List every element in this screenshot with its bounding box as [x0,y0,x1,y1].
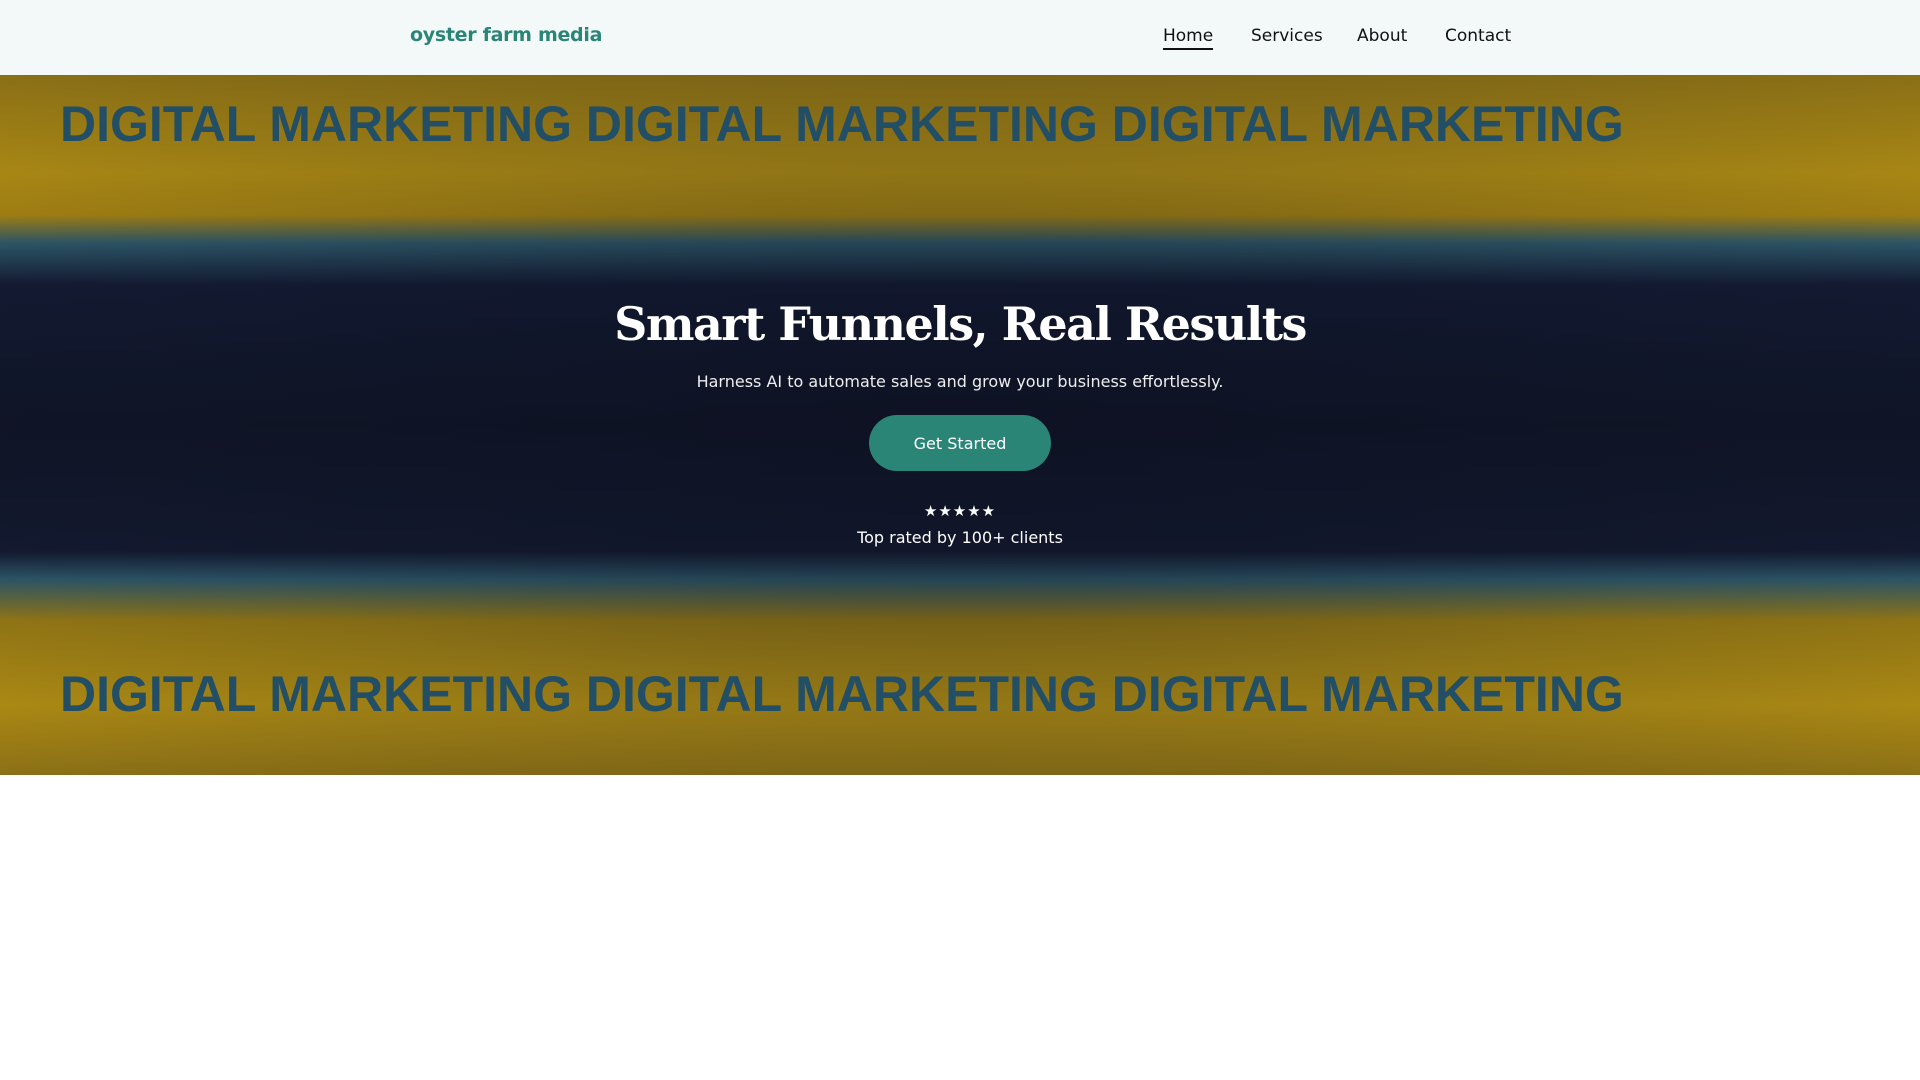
hero-section: DIGITAL MARKETING DIGITAL MARKETING DIGI… [0,75,1920,775]
hero-title: Smart Funnels, Real Results [614,297,1307,351]
nav-contact[interactable]: Contact [1445,26,1511,46]
get-started-button[interactable]: Get Started [869,415,1051,471]
nav-about[interactable]: About [1357,26,1407,46]
nav-services[interactable]: Services [1251,26,1323,46]
rating-text: Top rated by 100+ clients [857,528,1063,547]
hero-subtitle: Harness AI to automate sales and grow yo… [696,372,1224,391]
logo[interactable]: oyster farm media [410,24,602,46]
nav-home[interactable]: Home [1163,26,1214,50]
site-header: oyster farm media Home Services About Co… [0,0,1920,75]
background-lettering: DIGITAL MARKETING DIGITAL MARKETING DIGI… [60,666,1624,722]
star-rating-icon: ★★★★★ [923,502,997,520]
background-lettering: DIGITAL MARKETING DIGITAL MARKETING DIGI… [60,96,1624,152]
